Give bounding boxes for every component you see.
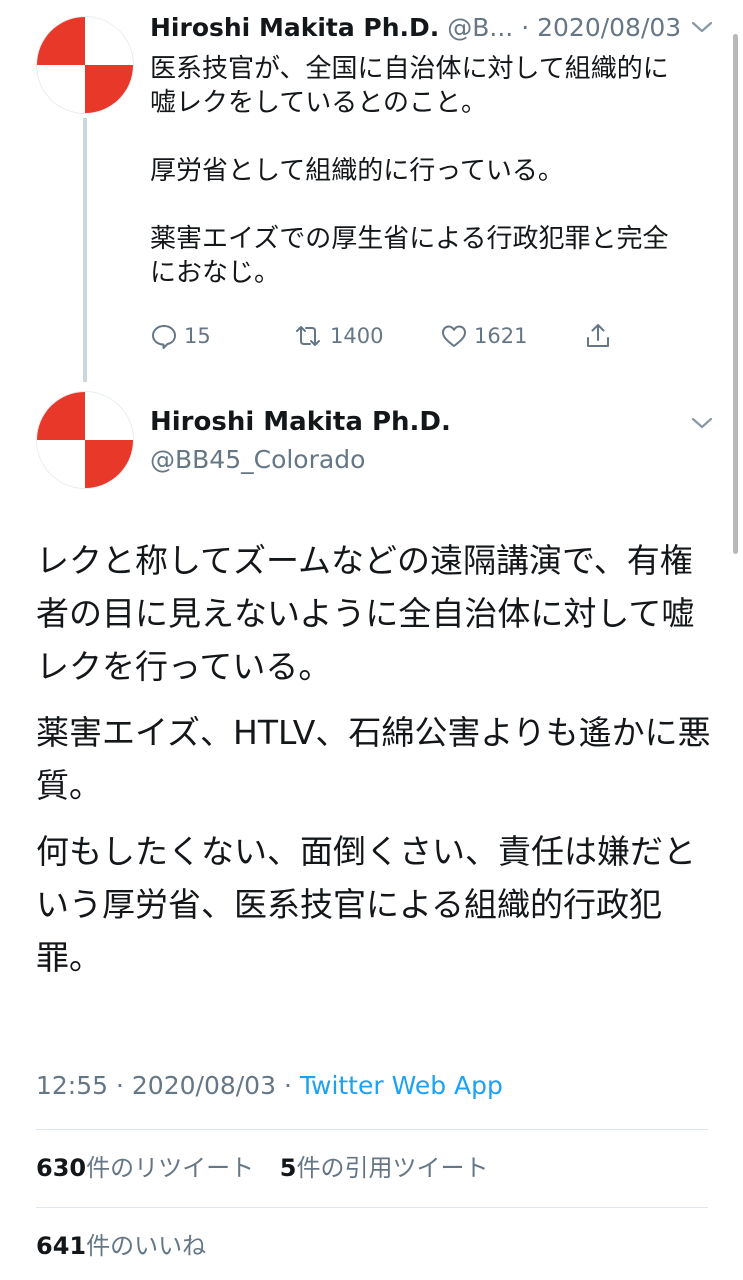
separator-dot: · <box>521 13 530 42</box>
reply-icon <box>152 325 176 349</box>
tweet-source-link[interactable]: Twitter Web App <box>300 1071 503 1100</box>
reply-count: 15 <box>184 324 211 348</box>
tweet-text: レクと称してズームなどの遠隔講演で、有権者の目に見えないように全自治体に対して嘘… <box>36 534 716 997</box>
share-icon <box>587 324 609 347</box>
chevron-down-icon[interactable] <box>688 414 716 432</box>
separator-dot: · <box>283 1071 292 1100</box>
author-name[interactable]: Hiroshi Makita Ph.D. <box>150 13 439 42</box>
divider <box>36 1207 708 1208</box>
tweet-text-line: におなじ。 <box>150 258 281 288</box>
avatar-image <box>37 392 133 488</box>
tweet-text: 医系技官が、全国に自治体に対して組織的に 嘘レクをしているとのこと。 厚労省とし… <box>150 52 710 290</box>
retweets-count: 630 <box>36 1154 87 1182</box>
tweet-actions: 15 1400 1621 <box>150 318 630 354</box>
tweet-date[interactable]: 2020/08/03 <box>537 13 681 42</box>
retweet-count: 1400 <box>330 324 384 348</box>
author-handle[interactable]: @B... <box>447 13 513 42</box>
quotes-label: 件の引用ツイート <box>296 1154 489 1182</box>
like-stats-row: 641件のいいね <box>36 1228 224 1264</box>
tweet-text-line: 厚労省として組織的に行っている。 <box>150 156 564 186</box>
retweets-stat[interactable]: 630件のリツイート <box>36 1154 254 1182</box>
quotes-count: 5 <box>279 1154 297 1182</box>
retweet-icon <box>296 326 320 346</box>
likes-count: 641 <box>36 1232 87 1260</box>
tweet-text-line: 嘘レクをしているとのこと。 <box>150 88 487 118</box>
likes-stat[interactable]: 641件のいいね <box>36 1232 206 1260</box>
avatar[interactable] <box>36 16 134 114</box>
avatar[interactable] <box>36 391 134 489</box>
tweet-paragraph: レクと称してズームなどの遠隔講演で、有権者の目に見えないように全自治体に対して嘘… <box>36 541 695 686</box>
tweet-time[interactable]: 12:55 <box>36 1071 108 1100</box>
tweet-text-line: 薬害エイズでの厚生省による行政犯罪と完全 <box>150 224 669 254</box>
likes-label: 件のいいね <box>86 1232 207 1260</box>
author-handle[interactable]: @BB45_Colorado <box>150 442 365 478</box>
tweet-paragraph: 薬害エイズ、HTLV、石綿公害よりも遙かに悪質。 <box>36 713 711 805</box>
scrollbar[interactable] <box>733 34 738 554</box>
heart-icon <box>442 325 466 347</box>
tweet-text-line: 医系技官が、全国に自治体に対して組織的に <box>150 54 669 84</box>
tweet-paragraph: 何もしたくない、面倒くさい、責任は嫌だという厚労省、医系技官による組織的行政犯罪… <box>36 832 696 977</box>
retweet-stats-row: 630件のリツイート 5件の引用ツイート <box>36 1150 506 1186</box>
quotes-stat[interactable]: 5件の引用ツイート <box>280 1154 489 1182</box>
reply-button[interactable]: 15 <box>150 318 211 354</box>
author-name[interactable]: Hiroshi Makita Ph.D. <box>150 404 451 440</box>
like-button[interactable]: 1621 <box>440 318 527 354</box>
divider <box>36 1129 708 1130</box>
tweet-header: Hiroshi Makita Ph.D. @B... · 2020/08/03 <box>150 10 710 46</box>
retweet-button[interactable]: 1400 <box>292 318 383 354</box>
like-count: 1621 <box>474 324 528 348</box>
separator-dot: · <box>116 1071 124 1100</box>
thread-line <box>83 118 87 382</box>
chevron-down-icon[interactable] <box>688 18 716 36</box>
tweet-date[interactable]: 2020/08/03 <box>132 1071 276 1100</box>
retweets-label: 件のリツイート <box>86 1154 255 1182</box>
share-button[interactable] <box>584 318 618 354</box>
tweet-meta: 12:55 · 2020/08/03 · Twitter Web App <box>36 1066 503 1106</box>
avatar-image <box>37 17 133 113</box>
